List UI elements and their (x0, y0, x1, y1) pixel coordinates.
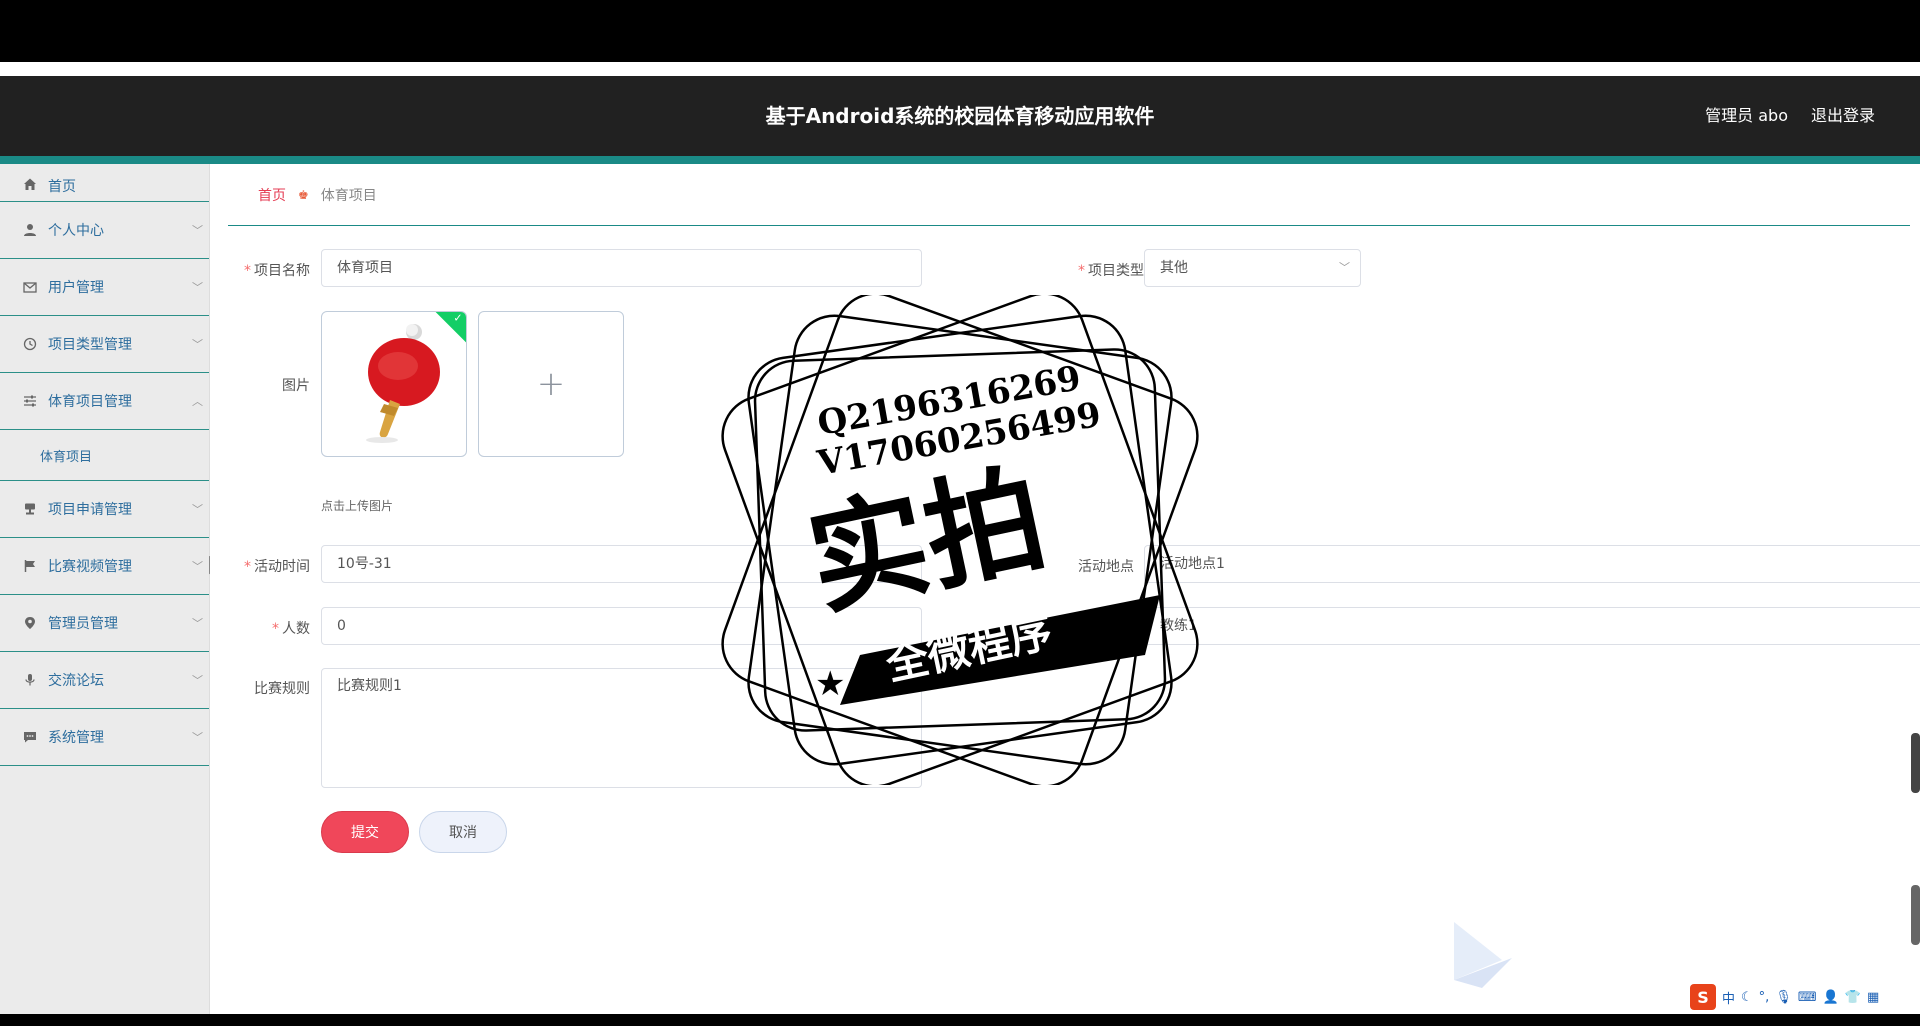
sidebar-item-label: 项目类型管理 (48, 337, 132, 353)
sidebar-item-label: 项目申请管理 (48, 502, 132, 518)
chevron-down-icon: ﹀ (192, 617, 203, 630)
sidebar: 首页 个人中心 ﹀ 用户管理 ﹀ 项目类型管理 ﹀ 体育项目管理 ︿ 体育项目 … (0, 164, 210, 1014)
sidebar-item-label: 首页 (48, 179, 76, 195)
keyboard-icon[interactable]: ⌨ (1798, 990, 1817, 1005)
home-icon (22, 176, 38, 192)
mail-icon (22, 279, 38, 295)
chevron-down-icon: ﹀ (192, 731, 203, 744)
microphone-icon (22, 672, 38, 688)
rules-textarea[interactable]: 比赛规则1 (321, 668, 922, 788)
scrollbar-handle[interactable] (1911, 733, 1920, 793)
app-title: 基于Android系统的校园体育移动应用软件 (765, 104, 1155, 128)
location-icon (22, 615, 38, 631)
grid-icon[interactable]: ▦ (1867, 990, 1879, 1005)
ime-sogou-icon[interactable]: S (1690, 984, 1716, 1010)
breadcrumb-home[interactable]: 首页 (258, 185, 286, 205)
chevron-down-icon: ﹀ (192, 674, 203, 687)
submit-button[interactable]: 提交 (321, 811, 409, 853)
flag-icon (22, 558, 38, 574)
project-type-value: 其他 (1160, 260, 1188, 276)
current-user: 管理员 abo (1705, 106, 1788, 125)
moon-icon[interactable]: ☾ (1741, 990, 1753, 1005)
uploaded-image-card[interactable]: ✓ (321, 311, 467, 457)
breadcrumb-current: 体育项目 (320, 187, 377, 204)
headcount-input[interactable]: 0 (321, 607, 922, 645)
chevron-down-icon: ﹀ (192, 503, 203, 516)
project-type-select[interactable]: 其他 ﹀ (1144, 249, 1361, 287)
sidebar-item-project-application[interactable]: 项目申请管理 ﹀ (0, 481, 209, 538)
sidebar-item-sports-project[interactable]: 体育项目管理 ︿ (0, 373, 209, 430)
sidebar-item-label: 比赛视频管理 (48, 559, 132, 575)
coach-input[interactable]: 教练1 (1144, 607, 1920, 645)
activity-place-label: 活动地点 (1078, 559, 1134, 575)
chevron-down-icon: ﹀ (1339, 261, 1350, 274)
scrollbar-handle[interactable] (1911, 885, 1920, 945)
chevron-down-icon: ﹀ (192, 281, 203, 294)
sidebar-item-system[interactable]: 系统管理 ﹀ (0, 709, 209, 766)
sidebar-item-label: 管理员管理 (48, 616, 118, 632)
sidebar-item-label: 个人中心 (48, 223, 104, 239)
microphone-icon[interactable]: 🎙 (1775, 990, 1792, 1005)
window-top-strip (0, 62, 1920, 76)
chevron-down-icon: ﹀ (192, 560, 203, 573)
sidebar-item-label: 用户管理 (48, 280, 104, 296)
user-icon[interactable]: 👤 (1823, 990, 1839, 1005)
sidebar-item-personal-center[interactable]: 个人中心 ﹀ (0, 202, 209, 259)
sidebar-item-match-video[interactable]: 比赛视频管理 ﹀ (0, 538, 209, 595)
sidebar-item-label: 体育项目管理 (48, 394, 132, 410)
stamp-icon (22, 501, 38, 517)
project-name-input[interactable]: 体育项目 (321, 249, 922, 287)
main-content: 首页 ♚ 体育项目 * 项目名称 体育项目 * 项目类型 其他 ﹀ 图片 ✓ + 点… (210, 164, 1920, 1014)
image-label: 图片 (282, 378, 310, 394)
upload-hint: 点击上传图片 (321, 499, 394, 513)
system-tray: S 中 ☾ °, 🎙 ⌨ 👤 👕 ▦ (1690, 982, 1920, 1012)
sidebar-item-label: 交流论坛 (48, 673, 104, 689)
breadcrumb: 首页 ♚ 体育项目 (228, 164, 1910, 226)
crown-icon: ♚ (298, 187, 309, 202)
add-image-button[interactable]: + (478, 311, 624, 457)
coach-label: 教练 (1106, 621, 1134, 637)
rules-label: 比赛规则 (254, 681, 310, 697)
sidebar-item-admin-management[interactable]: 管理员管理 ﹀ (0, 595, 209, 652)
chevron-up-icon: ︿ (192, 395, 203, 408)
project-name-label: * 项目名称 (244, 263, 310, 279)
sidebar-item-home[interactable]: 首页 (0, 164, 209, 202)
logout-button[interactable]: 退出登录 (1811, 76, 1875, 156)
window-top-bar (0, 0, 1920, 76)
chat-icon (22, 729, 38, 745)
clock-icon (22, 336, 38, 352)
ping-pong-paddle-image (366, 324, 440, 443)
activity-place-input[interactable]: 活动地点1 (1144, 545, 1920, 583)
project-type-label: * 项目类型 (1078, 263, 1144, 279)
header-accent-stripe (0, 156, 1920, 164)
sidebar-subitem-sports-project[interactable]: 体育项目 (0, 430, 209, 481)
sidebar-item-label: 系统管理 (48, 730, 104, 746)
shirt-icon[interactable]: 👕 (1845, 990, 1861, 1005)
activity-time-label: * 活动时间 (244, 559, 310, 575)
ime-language[interactable]: 中 (1722, 988, 1735, 1007)
chevron-down-icon: ﹀ (192, 224, 203, 237)
window-bottom-bar (0, 1014, 1920, 1026)
watermark-logo-icon (1454, 922, 1512, 988)
sidebar-item-project-type[interactable]: 项目类型管理 ﹀ (0, 316, 209, 373)
punctuation-icon[interactable]: °, (1759, 990, 1770, 1005)
activity-time-input[interactable]: 10号-31 (321, 545, 922, 583)
sliders-icon (22, 393, 38, 409)
cancel-button[interactable]: 取消 (419, 811, 507, 853)
sidebar-item-user-management[interactable]: 用户管理 ﹀ (0, 259, 209, 316)
plus-icon: + (536, 364, 566, 404)
sidebar-item-forum[interactable]: 交流论坛 ﹀ (0, 652, 209, 709)
check-icon: ✓ (453, 311, 463, 325)
app-header: 基于Android系统的校园体育移动应用软件 管理员 abo 退出登录 (0, 76, 1920, 156)
user-icon (22, 222, 38, 238)
headcount-label: * 人数 (272, 621, 310, 637)
chevron-down-icon: ﹀ (192, 338, 203, 351)
